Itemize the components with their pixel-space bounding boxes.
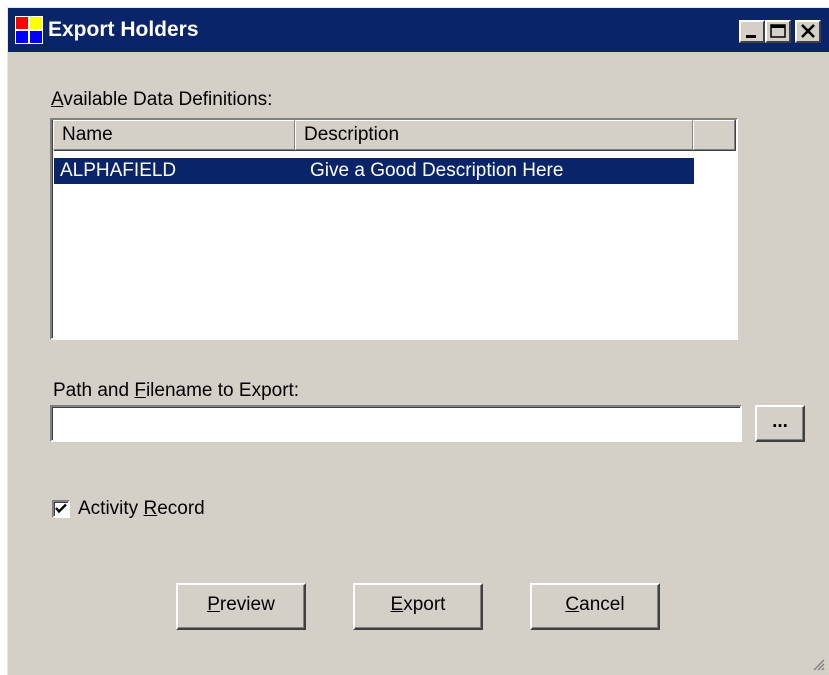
window-title: Export Holders [48, 18, 199, 41]
minimize-icon [746, 35, 756, 38]
activity-record-label[interactable]: Activity Record [78, 498, 205, 520]
column-header-description[interactable]: Description [295, 120, 693, 150]
checkmark-icon [55, 503, 67, 514]
application-icon [15, 16, 43, 44]
available-data-definitions-label: Available Data Definitions: [51, 89, 273, 110]
activity-record-checkbox[interactable] [52, 500, 70, 518]
column-header-name[interactable]: Name [53, 120, 295, 150]
maximize-button[interactable] [765, 20, 791, 43]
cell-name: ALPHAFIELD [60, 160, 177, 181]
close-icon [801, 24, 815, 38]
cancel-button[interactable]: Cancel [530, 583, 660, 630]
export-button[interactable]: Export [353, 583, 483, 630]
minimize-button[interactable] [739, 20, 765, 43]
list-item[interactable]: ALPHAFIELD Give a Good Description Here [54, 158, 694, 184]
resize-grip-icon[interactable] [811, 657, 825, 671]
preview-button[interactable]: Preview [176, 583, 306, 630]
cell-description: Give a Good Description Here [310, 160, 564, 181]
maximize-icon [770, 24, 786, 38]
data-definitions-list[interactable]: Name Description ALPHAFIELD Give a Good … [50, 118, 738, 340]
column-header-filler [693, 120, 735, 150]
title-bar[interactable]: Export Holders [8, 8, 829, 52]
export-path-input[interactable] [50, 405, 742, 442]
export-path-label: Path and Filename to Export: [53, 380, 300, 401]
close-button[interactable] [795, 20, 821, 43]
browse-button[interactable]: ... [755, 405, 805, 442]
export-holders-window: Export Holders Available Data Definition… [7, 7, 829, 675]
